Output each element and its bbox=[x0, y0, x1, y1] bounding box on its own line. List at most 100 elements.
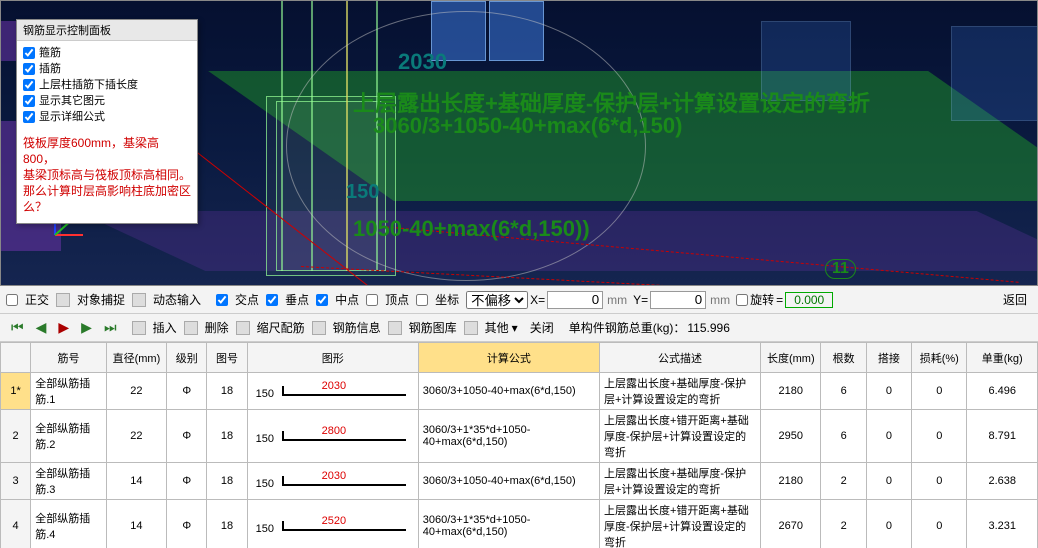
panel-checkbox[interactable] bbox=[23, 111, 35, 123]
col-header[interactable]: 根数 bbox=[821, 343, 866, 373]
ortho-button[interactable]: 正交 bbox=[20, 288, 54, 311]
cell[interactable]: 8.791 bbox=[967, 410, 1038, 463]
cell[interactable]: 1* bbox=[1, 373, 31, 410]
col-header[interactable] bbox=[1, 343, 31, 373]
col-header[interactable]: 直径(mm) bbox=[106, 343, 166, 373]
dyninput-button[interactable]: 动态输入 bbox=[148, 288, 206, 311]
rotate-value[interactable]: 0.000 bbox=[785, 292, 833, 308]
cell[interactable]: Φ bbox=[167, 410, 207, 463]
cell[interactable]: 1502030 bbox=[247, 463, 418, 500]
cell[interactable]: 0 bbox=[866, 373, 911, 410]
table-row[interactable]: 1*全部纵筋插筋.122Φ1815020303060/3+1050-40+max… bbox=[1, 373, 1038, 410]
panel-checkbox[interactable] bbox=[23, 79, 35, 91]
cell[interactable]: 全部纵筋插筋.3 bbox=[31, 463, 107, 500]
cell[interactable]: 3060/3+1050-40+max(6*d,150) bbox=[418, 373, 599, 410]
cell[interactable]: 2 bbox=[821, 463, 866, 500]
apex-checkbox[interactable] bbox=[366, 294, 378, 306]
cell[interactable]: 2180 bbox=[761, 463, 821, 500]
scale-button[interactable]: 缩尺配筋 bbox=[252, 316, 310, 339]
nav-first[interactable]: ⏮ bbox=[6, 316, 29, 339]
cell[interactable]: 6 bbox=[821, 373, 866, 410]
cell[interactable]: 3.231 bbox=[967, 500, 1038, 548]
rotate-checkbox[interactable] bbox=[736, 294, 748, 306]
cell[interactable]: 上层露出长度+基础厚度-保护层+计算设置设定的弯折 bbox=[600, 463, 761, 500]
panel-option[interactable]: 上层柱插筋下插长度 bbox=[23, 77, 191, 93]
cell[interactable]: 2950 bbox=[761, 410, 821, 463]
col-header[interactable]: 单重(kg) bbox=[967, 343, 1038, 373]
close-button[interactable]: 关闭 bbox=[525, 316, 559, 339]
cell[interactable]: 2670 bbox=[761, 500, 821, 548]
nav-last[interactable]: ⏭ bbox=[99, 316, 122, 339]
cell[interactable]: 0 bbox=[912, 410, 967, 463]
intersect-checkbox[interactable] bbox=[216, 294, 228, 306]
intersect-button[interactable]: 交点 bbox=[230, 288, 264, 311]
other-button[interactable]: 其他 ▾ bbox=[480, 316, 523, 339]
rebar-display-panel[interactable]: 钢筋显示控制面板 箍筋插筋上层柱插筋下插长度显示其它图元显示详细公式 筏板厚度6… bbox=[16, 19, 198, 224]
mid-button[interactable]: 中点 bbox=[330, 288, 364, 311]
panel-checkbox[interactable] bbox=[23, 47, 35, 59]
cell[interactable]: 3060/3+1050-40+max(6*d,150) bbox=[418, 463, 599, 500]
cell[interactable]: 0 bbox=[866, 410, 911, 463]
cell[interactable]: 3060/3+1*35*d+1050-40+max(6*d,150) bbox=[418, 410, 599, 463]
cell[interactable]: 1502520 bbox=[247, 500, 418, 548]
cell[interactable]: 0 bbox=[866, 500, 911, 548]
insert-button[interactable]: 插入 bbox=[148, 316, 182, 339]
delete-button[interactable]: 删除 bbox=[200, 316, 234, 339]
apex-button[interactable]: 顶点 bbox=[380, 288, 414, 311]
cell[interactable]: 14 bbox=[106, 500, 166, 548]
cell[interactable]: 22 bbox=[106, 373, 166, 410]
nav-play[interactable]: ▶ bbox=[53, 316, 74, 339]
cell[interactable]: 18 bbox=[207, 410, 247, 463]
cell[interactable]: 0 bbox=[912, 373, 967, 410]
cell[interactable]: 1502800 bbox=[247, 410, 418, 463]
cell[interactable]: 2 bbox=[1, 410, 31, 463]
panel-option[interactable]: 显示其它图元 bbox=[23, 93, 191, 109]
cell[interactable]: 4 bbox=[1, 500, 31, 548]
col-header[interactable]: 图形 bbox=[247, 343, 418, 373]
cell[interactable]: 6 bbox=[821, 410, 866, 463]
info-button[interactable]: 钢筋信息 bbox=[328, 316, 386, 339]
col-header[interactable]: 图号 bbox=[207, 343, 247, 373]
cell[interactable]: 22 bbox=[106, 410, 166, 463]
x-input[interactable] bbox=[547, 291, 603, 309]
col-header[interactable]: 长度(mm) bbox=[761, 343, 821, 373]
perp-checkbox[interactable] bbox=[266, 294, 278, 306]
cell[interactable]: Φ bbox=[167, 500, 207, 548]
cell[interactable]: 6.496 bbox=[967, 373, 1038, 410]
cell[interactable]: 18 bbox=[207, 500, 247, 548]
cell[interactable]: 0 bbox=[912, 463, 967, 500]
cell[interactable]: 2180 bbox=[761, 373, 821, 410]
cell[interactable]: 0 bbox=[866, 463, 911, 500]
table-row[interactable]: 4全部纵筋插筋.414Φ1815025203060/3+1*35*d+1050-… bbox=[1, 500, 1038, 548]
nav-next[interactable]: ▶ bbox=[76, 316, 97, 339]
col-header[interactable]: 级别 bbox=[167, 343, 207, 373]
cell[interactable]: 18 bbox=[207, 373, 247, 410]
mid-checkbox[interactable] bbox=[316, 294, 328, 306]
cell[interactable]: 2 bbox=[821, 500, 866, 548]
table-row[interactable]: 3全部纵筋插筋.314Φ1815020303060/3+1050-40+max(… bbox=[1, 463, 1038, 500]
cell[interactable]: 全部纵筋插筋.2 bbox=[31, 410, 107, 463]
panel-checkbox[interactable] bbox=[23, 63, 35, 75]
cell[interactable]: 14 bbox=[106, 463, 166, 500]
col-header[interactable]: 损耗(%) bbox=[912, 343, 967, 373]
cell[interactable]: 2.638 bbox=[967, 463, 1038, 500]
coord-checkbox[interactable] bbox=[416, 294, 428, 306]
cell[interactable]: 全部纵筋插筋.4 bbox=[31, 500, 107, 548]
col-header[interactable]: 公式描述 bbox=[600, 343, 761, 373]
cell[interactable]: 18 bbox=[207, 463, 247, 500]
panel-checkbox[interactable] bbox=[23, 95, 35, 107]
panel-option[interactable]: 箍筋 bbox=[23, 45, 191, 61]
rebar-table-container[interactable]: 筋号直径(mm)级别图号图形计算公式公式描述长度(mm)根数搭接损耗(%)单重(… bbox=[0, 342, 1038, 548]
panel-option[interactable]: 显示详细公式 bbox=[23, 109, 191, 125]
perp-button[interactable]: 垂点 bbox=[280, 288, 314, 311]
back-button[interactable]: 返回 bbox=[998, 288, 1032, 311]
coord-button[interactable]: 坐标 bbox=[430, 288, 464, 311]
cell[interactable]: 3 bbox=[1, 463, 31, 500]
col-header[interactable]: 筋号 bbox=[31, 343, 107, 373]
cell[interactable]: 1502030 bbox=[247, 373, 418, 410]
col-header[interactable]: 搭接 bbox=[866, 343, 911, 373]
rebar-table[interactable]: 筋号直径(mm)级别图号图形计算公式公式描述长度(mm)根数搭接损耗(%)单重(… bbox=[0, 342, 1038, 548]
library-button[interactable]: 钢筋图库 bbox=[404, 316, 462, 339]
nav-prev[interactable]: ◀ bbox=[31, 316, 52, 339]
col-header[interactable]: 计算公式 bbox=[418, 343, 599, 373]
